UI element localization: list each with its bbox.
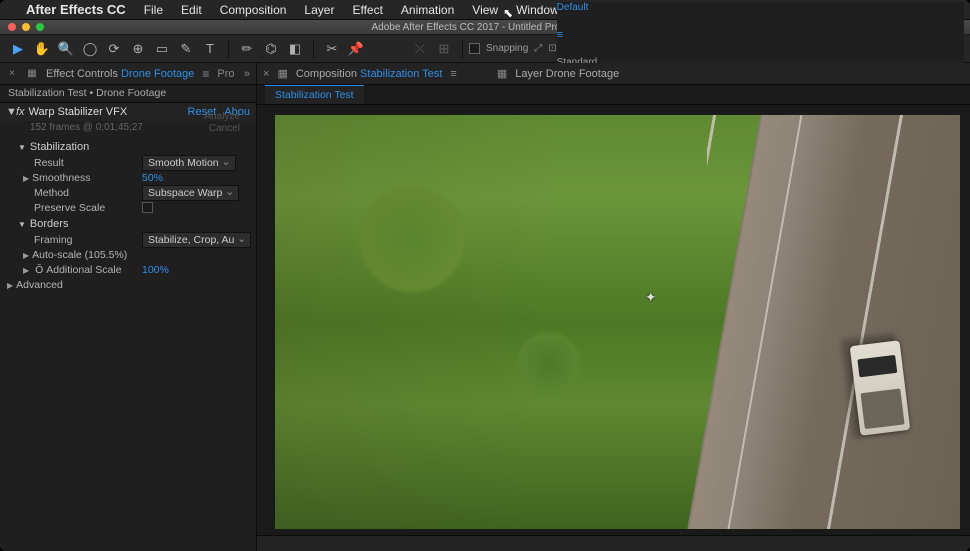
prop-method-dropdown[interactable]: Subspace Warp [142, 185, 239, 201]
prop-preserve-checkbox[interactable] [142, 202, 153, 213]
selection-tool-icon[interactable]: ▶ [9, 40, 27, 58]
rect-tool-icon[interactable]: ▭ [153, 40, 171, 58]
comp-menu-icon[interactable]: ▦ [277, 67, 287, 80]
menu-window[interactable]: Window [516, 3, 559, 17]
preview-canvas: ✦ [275, 115, 960, 529]
prop-framing-label: Framing [34, 234, 142, 246]
menu-animation[interactable]: Animation [401, 3, 454, 17]
panel-tab-prefix: Effect Controls [46, 68, 121, 80]
breadcrumb: Stabilization Test • Drone Footage [0, 85, 256, 103]
rotate-tool-icon[interactable]: ⟳ [105, 40, 123, 58]
layer-tab-icon[interactable]: ▦ [497, 67, 507, 80]
tools-toolbar: ▶ ✋ 🔍 ◯ ⟳ ⊕ ▭ ✎ T ✏ ⌬ ◧ ✂ 📌 ⤫ ⊞ Snapping… [0, 35, 970, 63]
comp-tab-name[interactable]: Stabilization Test [360, 68, 442, 80]
snapping-checkbox[interactable] [469, 43, 480, 54]
anchor-crosshair-icon: ✦ [645, 289, 657, 306]
panel-overflow-icon[interactable]: » [244, 68, 250, 80]
prop-smoothness-value[interactable]: 50% [142, 172, 163, 184]
prop-preserve-label: Preserve Scale [34, 202, 142, 214]
comp-tab-options-icon[interactable]: ≡ [450, 68, 456, 80]
panel-close-icon[interactable]: × [6, 68, 18, 79]
brush-tool-icon[interactable]: ✏ [238, 40, 256, 58]
clone-tool-icon[interactable]: ⌬ [262, 40, 280, 58]
anchor-tool-icon[interactable]: ⊕ [129, 40, 147, 58]
workspace-default[interactable]: Default [557, 2, 950, 13]
zoom-tool-icon[interactable]: 🔍 [57, 40, 75, 58]
roto-tool-icon[interactable]: ✂ [323, 40, 341, 58]
group-stabilization[interactable]: Stabilization [4, 138, 252, 155]
prop-autoscale-label[interactable]: Auto-scale (105.5%) [34, 249, 142, 261]
panel-options-icon[interactable]: ≡ [202, 67, 209, 81]
pen-tool-icon[interactable]: ✎ [177, 40, 195, 58]
menu-composition[interactable]: Composition [220, 3, 287, 17]
type-tool-icon[interactable]: T [201, 40, 219, 58]
snapping-label: Snapping [486, 43, 528, 54]
puppet-tool-icon[interactable]: 📌 [347, 40, 365, 58]
vehicle-graphic [850, 340, 911, 435]
comp-tab-prefix: Composition [296, 68, 360, 80]
panel-menu-icon[interactable]: ▦ [26, 68, 38, 79]
menu-layer[interactable]: Layer [304, 3, 334, 17]
comp-close-icon[interactable]: × [263, 68, 269, 80]
effect-controls-panel: × ▦ Effect Controls Drone Footage ≡ Pro … [0, 63, 257, 551]
comp-subtab[interactable]: Stabilization Test [265, 85, 364, 104]
prop-addscale-label[interactable]: ŎAdditional Scale [34, 264, 142, 276]
prop-addscale-value[interactable]: 100% [142, 264, 169, 276]
prop-framing-dropdown[interactable]: Stabilize, Crop, Au [142, 232, 251, 248]
panel-tab-layer[interactable]: Drone Footage [121, 68, 194, 80]
panel-tab-other[interactable]: Pro [217, 68, 234, 80]
menu-edit[interactable]: Edit [181, 3, 202, 17]
group-borders[interactable]: Borders [4, 215, 252, 232]
composition-viewer[interactable]: ✦ [257, 105, 970, 535]
snap-opt-icon[interactable]: ⤢ [534, 43, 542, 54]
menu-file[interactable]: File [144, 3, 163, 17]
app-name[interactable]: After Effects CC [26, 2, 126, 17]
eraser-tool-icon[interactable]: ◧ [286, 40, 304, 58]
prop-smoothness-label[interactable]: Smoothness [34, 172, 142, 184]
analyze-button[interactable]: Analyze [204, 111, 240, 122]
hand-tool-icon[interactable]: ✋ [33, 40, 51, 58]
composition-panel: × ▦ Composition Stabilization Test ≡ ▦ L… [257, 63, 970, 551]
grid-icon[interactable]: ⊞ [435, 40, 453, 58]
orbit-tool-icon[interactable]: ◯ [81, 40, 99, 58]
prop-result-label: Result [34, 157, 142, 169]
group-advanced[interactable]: Advanced [18, 279, 252, 291]
snap-opt2-icon[interactable]: ⊡ [548, 43, 556, 54]
menu-view[interactable]: View [472, 3, 498, 17]
cancel-button[interactable]: Cancel [209, 123, 240, 134]
viewer-footer [257, 535, 970, 551]
layer-tab-label[interactable]: Layer Drone Footage [515, 68, 619, 80]
menu-effect[interactable]: Effect [352, 3, 382, 17]
axis-icon[interactable]: ⤫ [411, 40, 429, 58]
prop-method-label: Method [34, 187, 142, 199]
prop-result-dropdown[interactable]: Smooth Motion [142, 155, 236, 171]
